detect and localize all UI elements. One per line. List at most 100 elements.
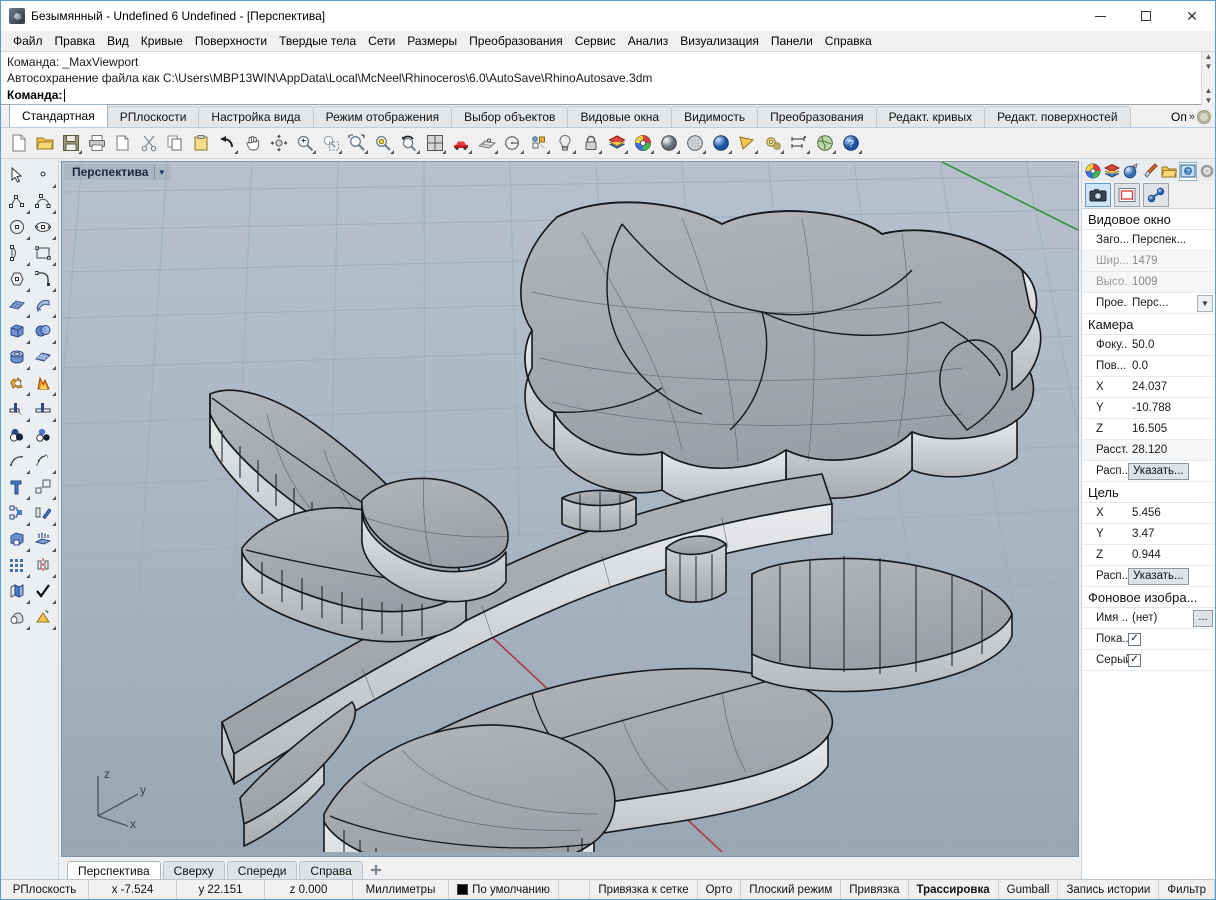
zoom-window-icon[interactable]: [319, 131, 343, 155]
property-row-viewport-title[interactable]: Заго... Перспек...: [1082, 230, 1215, 251]
status-toggle-filter[interactable]: Фильтр: [1159, 880, 1215, 899]
menu-item-solids[interactable]: Твердые тела: [273, 32, 362, 50]
status-toggle-gumball[interactable]: Gumball: [999, 880, 1059, 899]
color-wheel-icon[interactable]: [631, 131, 655, 155]
menu-item-tools[interactable]: Сервис: [569, 32, 622, 50]
surface-grid-icon[interactable]: [30, 344, 56, 370]
property-row-target-y[interactable]: Y 3.47: [1082, 524, 1215, 545]
links-chain-icon[interactable]: [1143, 182, 1169, 207]
tab-select-objects[interactable]: Выбор объектов: [451, 106, 569, 127]
show-background-checkbox[interactable]: ✓: [1128, 632, 1141, 646]
status-toggle-planar[interactable]: Плоский режим: [741, 880, 842, 899]
property-row-background-name[interactable]: Имя ... (нет) ...: [1082, 608, 1215, 629]
scroll-page-up-icon[interactable]: ▲: [1205, 86, 1213, 96]
open-folder-icon[interactable]: [33, 131, 57, 155]
add-viewport-tab-icon[interactable]: [365, 861, 387, 879]
render-cone-icon[interactable]: [30, 604, 56, 630]
grayscale-background-checkbox[interactable]: ✓: [1128, 653, 1141, 667]
rotate-view-icon[interactable]: [267, 131, 291, 155]
property-row-camera-lens[interactable]: Фоку... 50.0: [1082, 335, 1215, 356]
property-value[interactable]: 0.0: [1128, 360, 1215, 372]
viewport-tab-top[interactable]: Сверху: [162, 861, 225, 879]
circle-icon[interactable]: [4, 214, 30, 240]
viewport-tab-perspective[interactable]: Перспектива: [67, 861, 161, 879]
menu-item-curves[interactable]: Кривые: [135, 32, 189, 50]
copy-icon[interactable]: [163, 131, 187, 155]
property-value[interactable]: 3.47: [1128, 528, 1215, 540]
tab-visibility[interactable]: Видимость: [671, 106, 759, 127]
object-properties-icon[interactable]: [527, 131, 551, 155]
property-row-camera-distance[interactable]: Расст... 28.120: [1082, 440, 1215, 461]
menu-item-dimensions[interactable]: Размеры: [401, 32, 463, 50]
display-mode-icon[interactable]: [1103, 162, 1121, 181]
earth-render-icon[interactable]: [813, 131, 837, 155]
property-value[interactable]: 24.037: [1128, 381, 1215, 393]
status-toggle-smarttrack[interactable]: Трассировка: [909, 880, 999, 899]
close-button[interactable]: ✕: [1169, 1, 1215, 31]
property-row-camera-y[interactable]: Y -10.788: [1082, 398, 1215, 419]
chevron-right-icon[interactable]: »: [1189, 111, 1195, 123]
status-units[interactable]: Миллиметры: [353, 880, 449, 899]
menu-item-render[interactable]: Визуализация: [674, 32, 765, 50]
layer-panel-icon[interactable]: [605, 131, 629, 155]
cut-scissors-icon[interactable]: [137, 131, 161, 155]
text-icon[interactable]: [4, 474, 30, 500]
named-view-car-icon[interactable]: [449, 131, 473, 155]
property-value[interactable]: Перс...: [1128, 297, 1197, 309]
copy-page-icon[interactable]: [111, 131, 135, 155]
camera-locate-button[interactable]: Указать...: [1128, 462, 1189, 480]
menu-item-file[interactable]: Файл: [7, 32, 49, 50]
property-value[interactable]: 50.0: [1128, 339, 1215, 351]
property-value[interactable]: 16.505: [1128, 423, 1215, 435]
tab-cplanes[interactable]: РПлоскости: [106, 106, 200, 127]
properties-scroll-area[interactable]: Видовое окно Заго... Перспек... Шир... 1…: [1082, 209, 1215, 879]
status-toggle-history[interactable]: Запись истории: [1058, 880, 1160, 899]
print-icon[interactable]: [85, 131, 109, 155]
shade-icon[interactable]: [4, 604, 30, 630]
shaded-sphere-icon[interactable]: [657, 131, 681, 155]
undo-icon[interactable]: [215, 131, 239, 155]
surface-from-curves-icon[interactable]: [4, 292, 30, 318]
status-toggle-grid-snap[interactable]: Привязка к сетке: [590, 880, 698, 899]
property-row-background-show[interactable]: Пока... ✓: [1082, 629, 1215, 650]
status-layer[interactable]: По умолчанию: [449, 880, 559, 899]
property-row-target-z[interactable]: Z 0.944: [1082, 545, 1215, 566]
viewport-tab-right[interactable]: Справа: [299, 861, 363, 879]
property-row-camera-location[interactable]: Расп... Указать...: [1082, 461, 1215, 482]
browse-button[interactable]: ...: [1193, 609, 1213, 627]
tab-overflow[interactable]: Оп »: [1171, 106, 1215, 127]
gear-icon[interactable]: [1198, 162, 1216, 181]
menu-item-analyze[interactable]: Анализ: [622, 32, 675, 50]
polyline-icon[interactable]: [4, 188, 30, 214]
box-icon[interactable]: [4, 318, 30, 344]
layers-color-wheel-icon[interactable]: [1084, 162, 1102, 181]
tab-curve-tools[interactable]: Редакт. кривых: [875, 106, 986, 127]
rectangle-icon[interactable]: [30, 240, 56, 266]
zoom-selected-icon[interactable]: [371, 131, 395, 155]
arc-icon[interactable]: [4, 240, 30, 266]
checkmark-icon[interactable]: [30, 578, 56, 604]
menu-item-meshes[interactable]: Сети: [362, 32, 401, 50]
curve-icon[interactable]: [30, 188, 56, 214]
tab-view-setup[interactable]: Настройка вида: [198, 106, 314, 127]
options-gear-icon[interactable]: [761, 131, 785, 155]
property-row-target-x[interactable]: X 5.456: [1082, 503, 1215, 524]
tab-surface-tools[interactable]: Редакт. поверхностей: [984, 106, 1131, 127]
paint-brush-icon[interactable]: [1141, 162, 1159, 181]
zoom-in-out-icon[interactable]: [293, 131, 317, 155]
scroll-up-icon[interactable]: ▲: [1205, 52, 1213, 62]
property-row-background-gray[interactable]: Серый ✓: [1082, 650, 1215, 671]
menu-item-surfaces[interactable]: Поверхности: [189, 32, 273, 50]
dimension-icon[interactable]: [787, 131, 811, 155]
select-arrow-icon[interactable]: [4, 162, 30, 188]
property-row-target-location[interactable]: Расп... Указать...: [1082, 566, 1215, 587]
target-locate-button[interactable]: Указать...: [1128, 567, 1189, 585]
menu-item-panels[interactable]: Панели: [765, 32, 819, 50]
help-panel-icon[interactable]: ?: [1179, 161, 1197, 181]
property-row-camera-rotation[interactable]: Пов... 0.0: [1082, 356, 1215, 377]
property-value[interactable]: Перспек...: [1128, 234, 1215, 246]
menu-item-view[interactable]: Вид: [101, 32, 135, 50]
four-view-icon[interactable]: [423, 131, 447, 155]
scroll-down-icon[interactable]: ▼: [1205, 62, 1213, 72]
ghosted-sphere-icon[interactable]: [683, 131, 707, 155]
